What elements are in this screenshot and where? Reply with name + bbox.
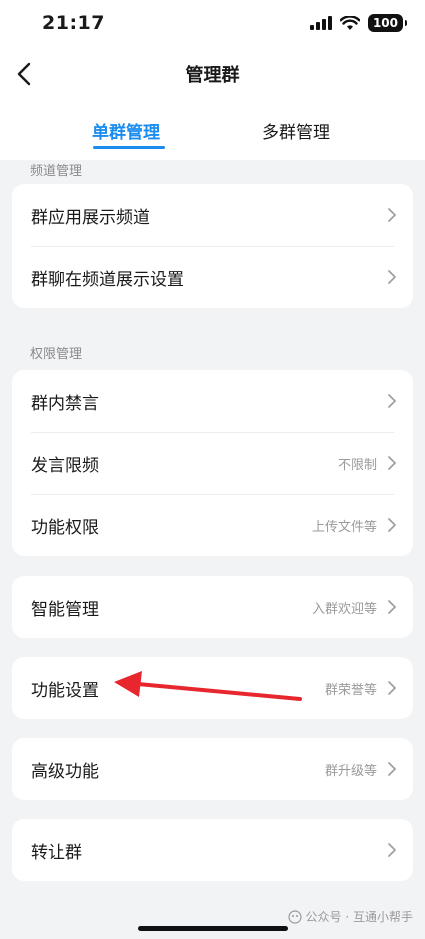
section-label-channel: 频道管理 (30, 164, 83, 179)
nav-bar: 管理群 (0, 50, 425, 98)
row-label: 转让群 (31, 842, 82, 863)
tab-multi-group[interactable]: 多群管理 (262, 118, 330, 143)
chevron-right-icon (388, 600, 396, 614)
card-feature: 功能设置 群荣誉等 (12, 657, 413, 719)
row-label: 发言限频 (31, 455, 99, 476)
tab-active-indicator (93, 146, 165, 149)
card-smart: 智能管理 入群欢迎等 (12, 576, 413, 638)
row-label: 功能设置 (31, 680, 99, 701)
page-title: 管理群 (185, 65, 240, 86)
row-value: 群荣誉等 (324, 682, 377, 698)
row-speech-rate-limit[interactable]: 发言限频 不限制 (12, 432, 413, 494)
row-value: 入群欢迎等 (311, 601, 377, 617)
row-feature-permissions[interactable]: 功能权限 上传文件等 (12, 494, 413, 556)
row-group-app-channel[interactable]: 群应用展示频道 (12, 184, 413, 246)
row-label: 智能管理 (31, 599, 99, 620)
card-channel: 群应用展示频道 群聊在频道展示设置 (12, 184, 413, 308)
row-advanced-functions[interactable]: 高级功能 群升级等 (12, 738, 413, 800)
tab-bar: 单群管理 多群管理 (0, 98, 425, 160)
card-transfer: 转让群 (12, 819, 413, 881)
row-group-chat-channel-settings[interactable]: 群聊在频道展示设置 (12, 246, 413, 308)
chevron-right-icon (388, 208, 396, 222)
chevron-right-icon (388, 394, 396, 408)
status-icons: 100 (309, 14, 408, 32)
row-smart-management[interactable]: 智能管理 入群欢迎等 (12, 576, 413, 638)
card-advanced: 高级功能 群升级等 (12, 738, 413, 800)
watermark-text: 公众号 · 互通小帮手 (305, 910, 413, 924)
status-time: 21:17 (42, 12, 105, 34)
chevron-right-icon (388, 762, 396, 776)
row-label: 群应用展示频道 (31, 207, 150, 228)
watermark: 公众号 · 互通小帮手 (287, 908, 413, 925)
row-value: 群升级等 (324, 763, 377, 779)
row-label: 群聊在频道展示设置 (31, 269, 184, 290)
row-label: 高级功能 (31, 761, 99, 782)
battery-icon: 100 (367, 14, 408, 32)
chevron-right-icon (388, 681, 396, 695)
tab-single-group[interactable]: 单群管理 (92, 118, 160, 143)
row-label: 群内禁言 (31, 393, 99, 414)
row-value: 不限制 (337, 457, 377, 473)
chevron-right-icon (388, 518, 396, 532)
status-bar: 21:17 100 (0, 0, 425, 50)
home-indicator (138, 926, 288, 931)
row-feature-settings[interactable]: 功能设置 群荣誉等 (12, 657, 413, 719)
section-label-permission: 权限管理 (30, 347, 83, 362)
row-value: 上传文件等 (311, 519, 377, 535)
chevron-right-icon (388, 843, 396, 857)
row-transfer-group[interactable]: 转让群 (12, 819, 413, 881)
wifi-icon (339, 15, 360, 30)
chevron-right-icon (388, 456, 396, 470)
signal-icon (309, 16, 332, 30)
wechat-official-account-icon (287, 909, 302, 924)
row-mute-all[interactable]: 群内禁言 (12, 370, 413, 432)
row-label: 功能权限 (31, 517, 99, 538)
card-permission: 群内禁言 发言限频 不限制 功能权限 上传文件等 (12, 370, 413, 556)
chevron-right-icon (388, 270, 396, 284)
